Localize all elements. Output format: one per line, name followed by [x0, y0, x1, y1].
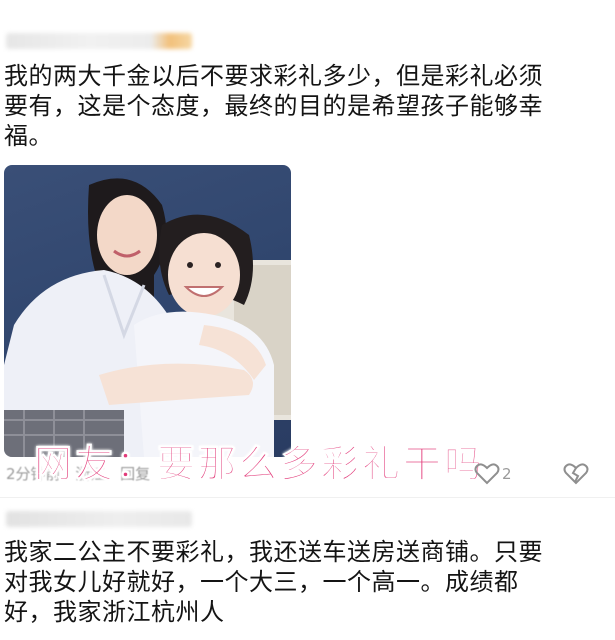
comment-photo[interactable]: [4, 165, 291, 457]
like-button[interactable]: 2: [474, 462, 512, 486]
username-blurred[interactable]: [6, 33, 192, 49]
comment-feed: 我的两大千金以后不要求彩礼多少，但是彩礼必须 要有，这是个态度，最终的目的是希望…: [0, 0, 615, 640]
dislike-button[interactable]: [563, 462, 589, 490]
username-blurred[interactable]: [6, 511, 192, 527]
comment-text: 我家二公主不要彩礼，我还送车送房送商铺。只要 对我女儿好就好，一个大三，一个高一…: [4, 538, 543, 626]
like-count: 2: [502, 465, 512, 483]
broken-heart-icon: [563, 463, 589, 485]
overlay-caption: 网友：要那么多彩礼干吗: [33, 442, 486, 487]
heart-outline-icon: [474, 463, 500, 485]
photo-illustration: [4, 178, 291, 457]
comment-divider: [0, 497, 615, 498]
comment-text: 我的两大千金以后不要求彩礼多少，但是彩礼必须 要有，这是个态度，最终的目的是希望…: [4, 62, 543, 150]
